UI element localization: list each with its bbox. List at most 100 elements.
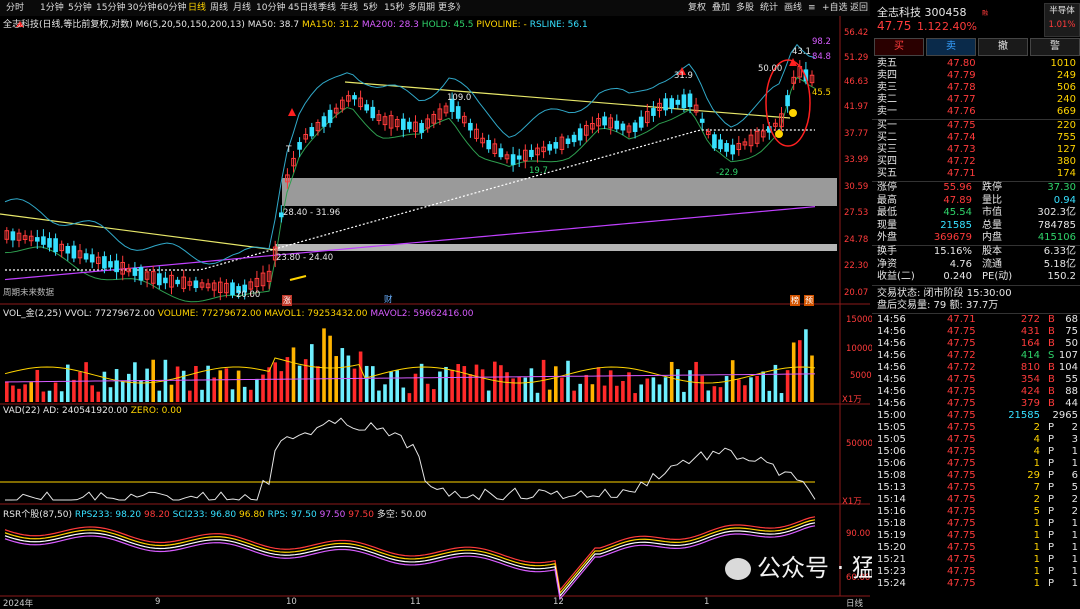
trade-row: 15:05 47.75 4 P 3 (872, 434, 1080, 446)
volume-bar (395, 370, 399, 402)
trade-price: 47.75 (947, 338, 976, 349)
main-legend: 全志科技(日线,等比前复权,对数) M6(5,20,50,150,200,13)… (3, 17, 588, 30)
volume-bar (590, 384, 595, 402)
trade-price: 47.71 (947, 314, 976, 325)
trade-row: 14:56 47.72 414 S 107 (872, 350, 1080, 362)
legend-rps: RPS: 97.50 (267, 510, 317, 520)
candle (419, 123, 424, 133)
ask-row: 卖五 47.80 1010 (872, 58, 1080, 70)
candle (41, 236, 46, 245)
candle (718, 139, 723, 150)
stat-value: 21585 (940, 219, 972, 231)
trade-row: 15:13 47.75 7 P 5 (872, 482, 1080, 494)
trade-row: 14:56 47.75 424 B 88 (872, 386, 1080, 398)
candle (193, 280, 199, 289)
legend-ma-group: M6(5,20,50,150,200,13) (135, 20, 245, 30)
vol-tick: 5000 (850, 371, 872, 381)
ask-row: 卖一 47.76 669 (872, 106, 1080, 118)
vol-legend: VOL_金(2,25) VVOL: 77279672.00 VOLUME: 77… (3, 306, 474, 319)
alert-button[interactable]: 警 (1030, 38, 1080, 56)
trade-count: 55 (1065, 374, 1078, 385)
volume-bar (651, 377, 656, 402)
volume-bar (236, 370, 241, 402)
volume-bar (425, 383, 430, 402)
bid-price: 47.72 (947, 156, 976, 167)
trade-side: P (1048, 470, 1055, 481)
stats2-row: 收益(二) 0.240 PE(动) 150.2 (872, 271, 1080, 283)
stats2-row: 换手 15.16% 股本 6.33亿 (872, 246, 1080, 258)
vad-unit: X1万 (842, 497, 862, 507)
trade-row: 14:56 47.71 272 B 68 (872, 314, 1080, 326)
ask-price: 47.77 (947, 94, 976, 105)
trade-side: B (1048, 338, 1055, 349)
trade-side: B (1048, 398, 1055, 409)
volume-bar (810, 355, 814, 402)
volume-bar (29, 382, 33, 402)
trade-row: 15:08 47.75 29 P 6 (872, 470, 1080, 482)
stat-label: 现量 (877, 219, 897, 231)
volume-bar (90, 385, 94, 402)
trade-vol: 431 (1020, 326, 1040, 337)
candle (455, 106, 461, 119)
label-319: 31.9 (674, 71, 693, 81)
forecast-tag: 预 (804, 295, 814, 306)
label-50: 50.00 (758, 64, 783, 74)
trade-count: 107 (1058, 350, 1078, 361)
stat-label: 总量 (982, 219, 1002, 231)
candle (669, 98, 675, 109)
volume-bar (706, 390, 711, 402)
marker-line (289, 275, 307, 281)
trade-count: 104 (1058, 362, 1078, 373)
ask-vol: 669 (1056, 106, 1076, 117)
volume-bar (120, 381, 125, 402)
candle (407, 121, 412, 130)
date-tick: 2024年 (3, 599, 34, 609)
volume-bar (761, 371, 765, 402)
volume-bar (127, 373, 131, 402)
stat-value: 0.94 (1053, 194, 1076, 206)
trade-row: 15:16 47.75 5 P 2 (872, 506, 1080, 518)
candle (675, 99, 681, 105)
trade-vol: 4 (1033, 434, 1040, 445)
bid-row: 买一 47.75 220 (872, 120, 1080, 132)
volume-bar (389, 371, 393, 402)
trade-row: 14:56 47.75 379 B 44 (872, 398, 1080, 410)
trade-count: 1 (1071, 566, 1078, 577)
cancel-button[interactable]: 撤 (978, 38, 1028, 56)
volume-bar (578, 383, 582, 402)
buy-button[interactable]: 买 (874, 38, 924, 56)
trade-time: 15:16 (877, 506, 906, 517)
volume-bar (523, 377, 528, 402)
ask-vol: 1010 (1050, 58, 1076, 69)
bid-vol: 220 (1056, 120, 1076, 131)
volume-bar (566, 360, 570, 402)
candle (352, 95, 357, 100)
trade-time: 15:05 (877, 434, 906, 445)
trade-count: 1 (1071, 578, 1078, 589)
price-tick: 22.30 (844, 261, 869, 271)
trade-price: 47.75 (947, 434, 976, 445)
trade-row: 14:56 47.75 431 B 75 (872, 326, 1080, 338)
volume-bar (621, 380, 625, 402)
bid-label: 买四 (877, 156, 897, 167)
ask-vol: 506 (1056, 82, 1076, 93)
legend-ma150: MA150: 31.2 (301, 20, 359, 30)
volume-bar (602, 385, 607, 402)
candle (71, 245, 77, 259)
vad-line (5, 417, 816, 501)
volume-bar (560, 377, 564, 402)
trade-price: 47.75 (947, 494, 976, 505)
stats-row: 现量 21585 总量 784785 (872, 220, 1080, 232)
trade-price: 47.75 (947, 446, 976, 457)
sell-button[interactable]: 卖 (926, 38, 976, 56)
price-change: 1.12 (917, 20, 942, 33)
trade-vol: 5 (1033, 506, 1040, 517)
candle (681, 94, 687, 109)
legend-rsr: RSR个股(87,50) (3, 510, 73, 520)
sector-badge[interactable]: 半导体 1.01% (1044, 3, 1080, 37)
trade-side: P (1048, 506, 1055, 517)
volume-bar (249, 389, 253, 402)
trade-vol: 1 (1033, 458, 1040, 469)
legend-rps233: RPS233: 98.20 (74, 510, 142, 520)
volume-bar (328, 335, 332, 402)
